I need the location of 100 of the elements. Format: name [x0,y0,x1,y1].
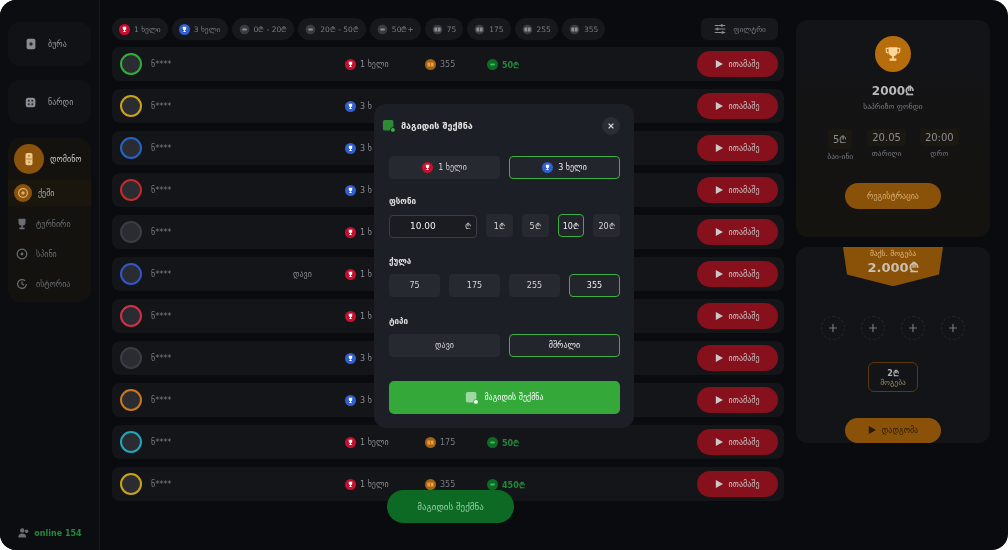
points-label: 355 [425,58,487,70]
play-icon [715,102,724,110]
option-button[interactable]: 5₾ [521,214,549,237]
player-name: ნ**** [151,353,173,363]
trophy-icon [345,310,356,322]
coin-icon [238,23,250,35]
play-button[interactable]: ითამაშე [697,429,778,455]
points-label: 175 [425,436,487,448]
trophy-icon [345,268,356,280]
coin-icon [16,186,30,200]
option-button[interactable]: დავი [389,334,500,357]
stat-value: 5₾ [828,129,853,149]
play-icon [715,186,724,194]
points-label: 355 [425,478,487,490]
play-button[interactable]: ითამაშე [697,51,778,77]
submenu-item[interactable]: ისტორია [8,272,91,296]
dice-icon [24,95,38,109]
domino-icon [568,23,580,35]
option-button[interactable]: 355 [569,274,620,297]
coin-icon [305,23,317,35]
bet-label: 450₾ [487,478,587,490]
coin-icon [487,478,498,490]
bet-label: 50₾ [487,58,587,70]
hands-label: 1 ხელი [345,478,425,490]
option-button[interactable]: 255 [509,274,560,297]
play-icon [715,270,724,278]
plus-icon [828,323,838,334]
option-button[interactable]: 10₾ [557,214,585,237]
play-button[interactable]: ითამაშე [697,135,778,161]
play-icon [715,228,724,236]
play-icon [715,60,724,68]
game-label: ნარდი [48,97,74,107]
stat-value: 20.05 [867,129,906,146]
play-button[interactable]: ითამაშე [697,471,778,497]
player-name: ნ**** [151,269,173,279]
hands-label: 1 ხელი [345,436,425,448]
history-icon [15,277,29,291]
game-menu-item[interactable]: დომინო ქეში ტურნირი სპინი ისტორია [8,138,91,302]
section-label: ფსონი [389,197,417,206]
table-icon [465,390,480,405]
option-button[interactable]: 20₾ [593,214,620,237]
play-button[interactable]: ითამაშე [697,387,778,413]
trophy-icon [884,45,902,63]
play-button[interactable]: ითამაშე [697,93,778,119]
play-icon [715,354,724,362]
play-icon [715,144,724,152]
submenu-item[interactable]: ტურნირი [8,212,91,236]
trophy-icon [345,142,356,154]
player-name: ნ**** [151,227,173,237]
trophy-icon [345,436,356,448]
option-button[interactable]: 1₾ [486,214,513,237]
play-button[interactable]: ითამაშე [697,345,778,371]
game-label: დომინო [50,154,82,164]
plus-icon [908,323,918,334]
submenu-item[interactable]: სპინი [8,242,91,266]
play-icon [715,480,724,488]
domino-icon [425,58,436,70]
submenu-item[interactable]: ქეში [8,180,91,206]
game-label: ბურა [48,39,67,49]
prize-amount: 2000₾ [871,83,915,99]
trophy-icon [422,162,434,173]
domino-icon [521,23,533,35]
play-button[interactable]: ითამაშე [697,261,778,287]
play-icon [867,426,876,435]
game-menu-item[interactable]: ნარდი [8,80,91,124]
create-table-button[interactable]: მაგიდის შექმნა [387,490,514,523]
card-icon [24,37,38,51]
domino-icon [425,478,436,490]
plus-icon [868,323,878,334]
player-name: ნ**** [151,311,173,321]
play-button[interactable]: ითამაშე [697,177,778,203]
option-button[interactable]: 75 [389,274,440,297]
table-icon [382,119,396,133]
player-name: ნ**** [151,437,173,447]
player-name: ნ**** [151,479,173,489]
trophy-icon [542,162,554,173]
section-label: ტიპი [389,317,410,326]
play-icon [715,396,724,404]
player-name: ნ**** [151,101,173,111]
game-type: დავი [293,269,313,279]
trophy-icon [345,58,356,70]
online-count: online 154 [34,528,82,538]
player-name: ნ**** [151,59,173,69]
option-button[interactable]: 175 [449,274,500,297]
close-icon [607,122,615,130]
hands-tab[interactable]: 1 ხელი [389,156,500,179]
hands-tab[interactable]: 3 ხელი [509,156,620,179]
player-name: ნ**** [151,395,173,405]
option-button[interactable]: მშრალი [509,334,620,357]
game-menu-item[interactable]: ბურა [8,22,91,66]
domino-icon [474,23,486,35]
play-icon [715,438,724,446]
coin-icon [487,436,498,448]
trophy-icon [345,478,356,490]
close-button[interactable] [602,117,620,135]
play-button[interactable]: ითამაშე [697,303,778,329]
hands-label: 1 ხელი [345,58,425,70]
bet-label: 50₾ [487,436,587,448]
play-button[interactable]: ითამაშე [697,219,778,245]
trophy-icon [345,226,356,238]
